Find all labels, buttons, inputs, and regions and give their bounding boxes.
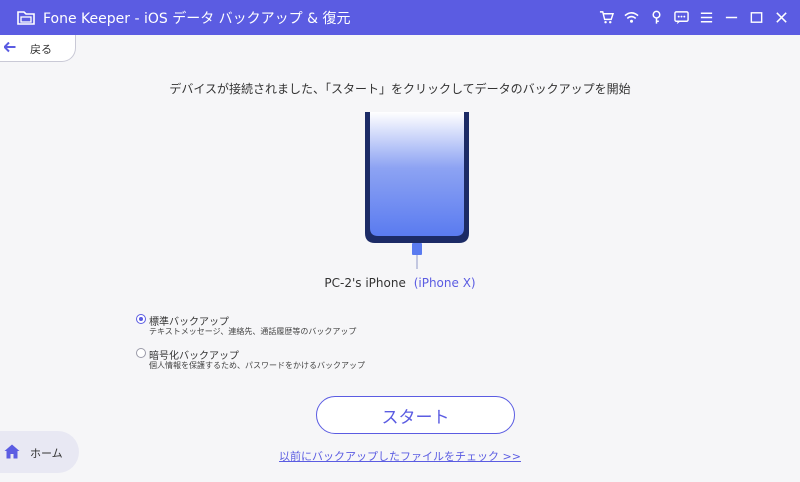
chat-icon[interactable]	[671, 6, 692, 28]
key-icon[interactable]	[646, 6, 667, 28]
home-button[interactable]: ホーム	[0, 431, 79, 473]
close-icon[interactable]	[771, 6, 792, 28]
radio-encrypted[interactable]	[136, 348, 146, 358]
device-name: PC-2's iPhone	[324, 276, 406, 290]
back-button[interactable]: 戻る	[0, 35, 76, 62]
start-button[interactable]: スタート	[316, 396, 515, 434]
phone-illustration	[365, 112, 469, 243]
option-description: 個人情報を保護するため、パスワードをかけるバックアップ	[149, 361, 365, 370]
back-label: 戻る	[30, 43, 52, 56]
wifi-icon[interactable]	[621, 6, 642, 28]
cart-icon[interactable]	[596, 6, 617, 28]
instruction-text: デバイスが接続されました、「スタート」をクリックしてデータのバックアップを開始	[169, 82, 631, 96]
folder-icon	[17, 11, 35, 25]
back-arrow-icon	[4, 42, 16, 53]
cable-icon	[412, 243, 422, 269]
radio-standard[interactable]	[136, 314, 146, 324]
check-previous-backups-link[interactable]: 以前にバックアップしたファイルをチェック >>	[0, 448, 800, 464]
device-model: (iPhone X)	[413, 276, 476, 290]
menu-icon[interactable]	[696, 6, 717, 28]
device-name-row: PC-2's iPhone (iPhone X)	[0, 276, 800, 290]
window-controls	[596, 6, 792, 28]
minimize-icon[interactable]	[721, 6, 742, 28]
maximize-icon[interactable]	[746, 6, 767, 28]
app-title: Fone Keeper - iOS データ バックアップ & 復元	[43, 11, 351, 27]
home-label: ホーム	[30, 447, 63, 460]
option-description: テキストメッセージ、連絡先、通話履歴等のバックアップ	[149, 327, 357, 336]
title-bar: Fone Keeper - iOS データ バックアップ & 復元	[0, 0, 800, 35]
home-icon	[4, 444, 20, 459]
